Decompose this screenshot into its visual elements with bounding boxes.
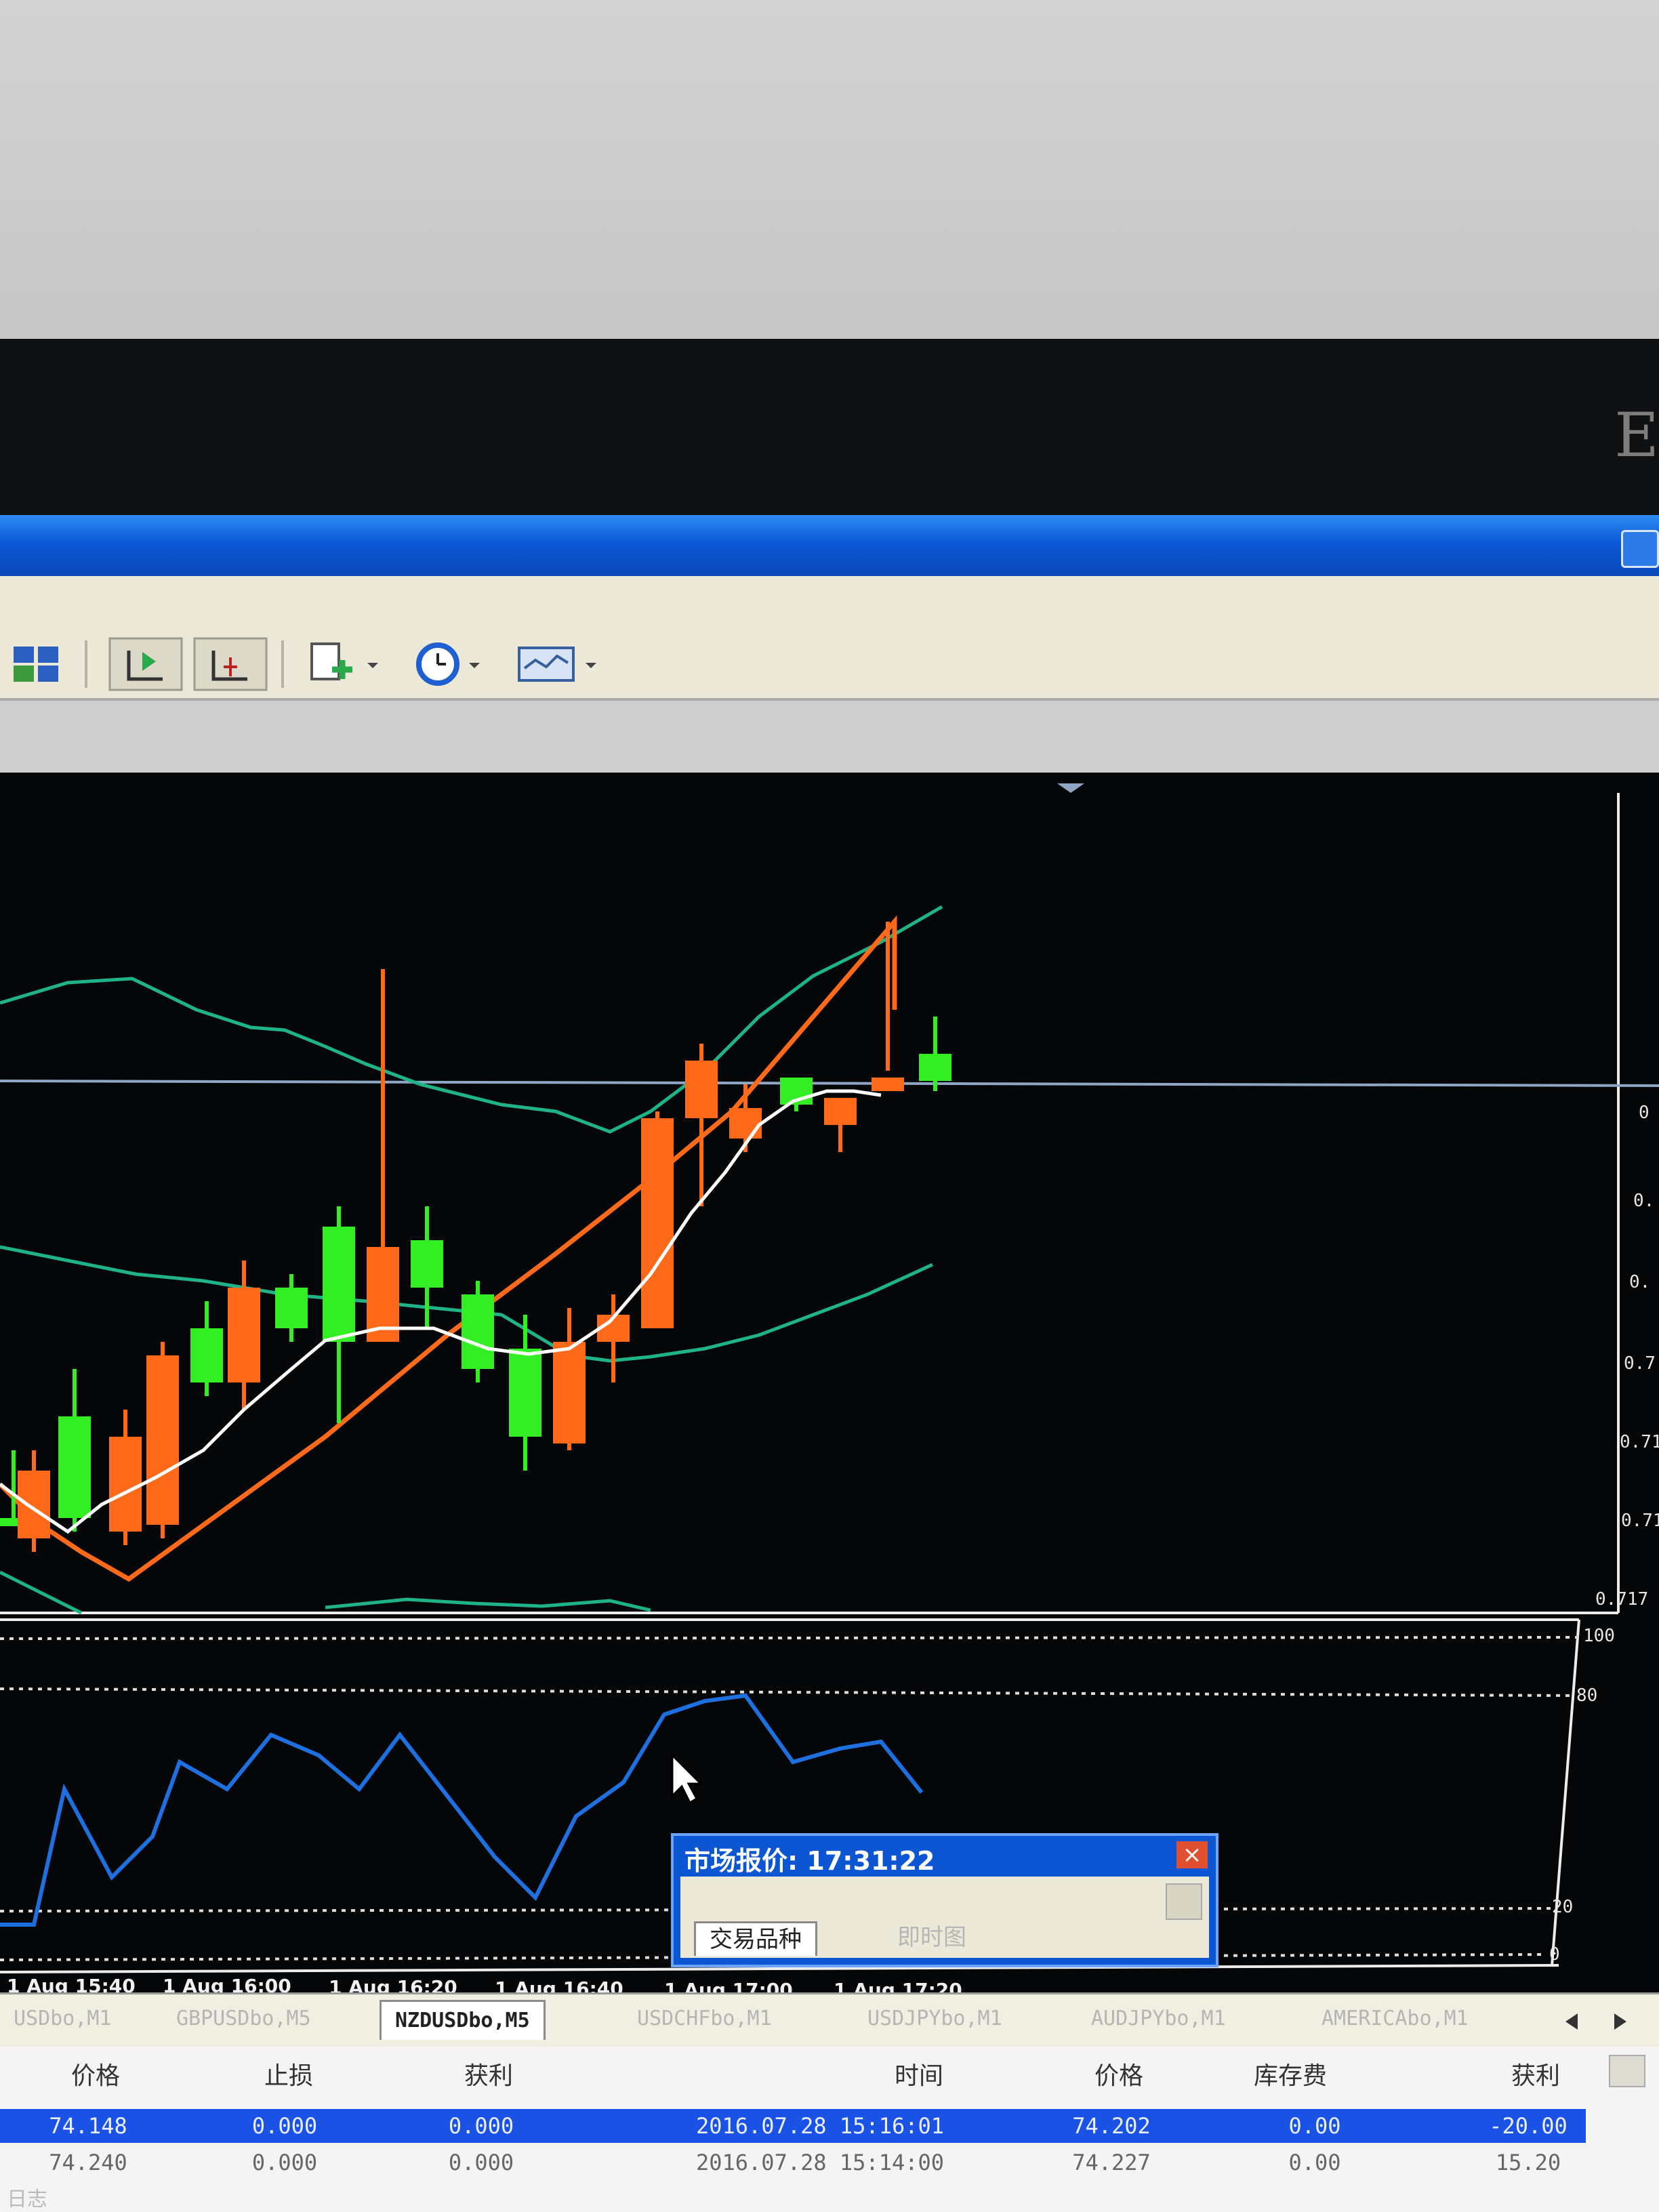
timeframe-clock-icon[interactable] — [407, 637, 488, 691]
bearish-candle — [553, 1342, 586, 1443]
bearish-candle — [109, 1437, 142, 1532]
terminal-panel: 价格 止损 获利 时间 价格 库存费 获利 74.148 0.000 0.000… — [0, 2047, 1659, 2212]
cell-profit: 15.20 — [1495, 2150, 1561, 2175]
monitor-bezel: E — [0, 339, 1659, 515]
window-title-bar — [0, 515, 1659, 576]
time-label: 1 Aug 17:00 — [664, 1979, 793, 1992]
time-label: 1 Aug 16:20 — [329, 1976, 457, 1992]
bezel-logo-letter: E — [1614, 400, 1659, 471]
price-label: 0.7 — [1624, 1353, 1656, 1374]
bearish-candle — [18, 1471, 50, 1538]
table-row-selected[interactable]: 74.148 0.000 0.000 2016.07.28 15:16:01 7… — [0, 2109, 1586, 2143]
bullish-candle — [323, 1227, 355, 1342]
scroll-up-button[interactable] — [1166, 1883, 1202, 1920]
bullish-candle — [509, 1349, 541, 1437]
add-indicator-icon[interactable] — [305, 637, 386, 691]
tab-symbols[interactable]: 交易品种 — [694, 1921, 817, 1956]
column-header-tp[interactable]: 获利 — [464, 2056, 513, 2091]
autoscroll-icon[interactable] — [193, 637, 268, 691]
column-header-price2[interactable]: 价格 — [1094, 2056, 1143, 2091]
bullish-candle — [411, 1240, 443, 1288]
cell-tp: 0.000 — [448, 2150, 514, 2175]
cell-price2: 74.227 — [1072, 2150, 1151, 2175]
tab-journal[interactable]: 日志 — [7, 2182, 47, 2212]
scroll-tabs-left-icon[interactable] — [1559, 2008, 1586, 2035]
column-header-profit[interactable]: 获利 — [1511, 2056, 1560, 2091]
osc-level-label: 80 — [1576, 1685, 1597, 1706]
market-watch-window[interactable]: 市场报价: 17:31:22 × 交易品种 即时图 — [671, 1833, 1218, 1967]
chart-tabs-bar: USDbo,M1 GBPUSDbo,M5 NZDUSDbo,M5 USDCHFb… — [0, 1992, 1659, 2049]
price-chart[interactable]: 0 0. 0. 0.7 0.71 0.712 0.717 100 80 20 0… — [0, 773, 1659, 2001]
price-label: 0.712 — [1621, 1511, 1659, 1531]
bullish-candle — [462, 1294, 494, 1369]
cell-swap: 0.00 — [1288, 2150, 1341, 2175]
bullish-candle — [58, 1416, 91, 1518]
cell-price2: 74.202 — [1072, 2113, 1151, 2139]
templates-icon[interactable] — [515, 637, 610, 691]
terminal-scroll-up-button[interactable] — [1609, 2055, 1645, 2087]
osc-level-label: 0 — [1549, 1944, 1560, 1965]
market-watch-body: 交易品种 即时图 — [680, 1877, 1209, 1958]
cell-price: 74.148 — [49, 2113, 127, 2139]
tab-gbpusdbo-m5[interactable]: GBPUSDbo,M5 — [163, 2000, 325, 2038]
toolbar-separator — [281, 640, 284, 688]
cell-time: 2016.07.28 15:14:00 — [695, 2150, 945, 2175]
column-header-price[interactable]: 价格 — [71, 2056, 120, 2091]
price-chart-window[interactable]: 0 0. 0. 0.7 0.71 0.712 0.717 100 80 20 0… — [0, 773, 1659, 2001]
tab-usdchfbo-m1[interactable]: USDCHFbo,M1 — [623, 2000, 785, 2038]
tab-nzdusdbo-m5[interactable]: NZDUSDbo,M5 — [380, 2000, 546, 2040]
chart-shift-icon[interactable] — [108, 637, 183, 691]
column-header-sl[interactable]: 止损 — [264, 2056, 313, 2091]
time-label: 1 Aug 15:40 — [7, 1975, 136, 1992]
price-label: 0 — [1639, 1103, 1650, 1123]
background-wall — [0, 0, 1659, 339]
cell-sl: 0.000 — [251, 2150, 318, 2175]
bearish-candle — [872, 1078, 904, 1091]
bullish-candle — [190, 1328, 223, 1382]
table-row[interactable]: 74.240 0.000 0.000 2016.07.28 15:14:00 7… — [0, 2146, 1586, 2179]
minimize-button[interactable] — [1621, 530, 1659, 568]
tab-americabo-m1[interactable]: AMERICAbo,M1 — [1308, 2000, 1482, 2038]
cell-tp: 0.000 — [448, 2113, 514, 2139]
tab-usdjpybo-m1[interactable]: USDJPYbo,M1 — [854, 2000, 1016, 2038]
scroll-tabs-right-icon[interactable] — [1606, 2008, 1633, 2035]
bearish-candle — [641, 1118, 674, 1328]
osc-level-label: 20 — [1552, 1897, 1573, 1917]
bearish-candle — [146, 1355, 179, 1525]
market-watch-title: 市场报价: 17:31:22 — [684, 1846, 935, 1876]
osc-level-label: 100 — [1583, 1626, 1615, 1646]
price-label: 0. — [1629, 1272, 1650, 1292]
bullish-candle — [919, 1054, 951, 1081]
tab-audjpybo-m1[interactable]: AUDJPYbo,M1 — [1078, 2000, 1240, 2038]
tab-tick-chart[interactable]: 即时图 — [884, 1921, 980, 1954]
tile-windows-icon[interactable] — [7, 637, 68, 691]
toolbar-separator — [85, 640, 87, 688]
cell-time: 2016.07.28 15:16:01 — [695, 2113, 945, 2139]
price-label: 0.71 — [1620, 1432, 1659, 1452]
bearish-candle — [228, 1288, 260, 1382]
chart-toolbar — [0, 576, 1659, 701]
column-header-swap[interactable]: 库存费 — [1254, 2056, 1327, 2091]
bearish-candle — [824, 1098, 857, 1125]
column-header-time[interactable]: 时间 — [895, 2056, 943, 2091]
time-label: 1 Aug 17:20 — [834, 1979, 962, 1992]
cell-price: 74.240 — [49, 2150, 127, 2175]
time-label: 1 Aug 16:00 — [163, 1975, 291, 1992]
bullish-candle — [275, 1288, 308, 1328]
bearish-candle — [729, 1108, 762, 1139]
price-label: 0. — [1633, 1191, 1654, 1211]
tab-usdbo-m1[interactable]: USDbo,M1 — [0, 2000, 125, 2038]
cell-sl: 0.000 — [251, 2113, 318, 2139]
cell-swap: 0.00 — [1288, 2113, 1341, 2139]
price-label: 0.717 — [1595, 1589, 1648, 1610]
close-button[interactable]: × — [1176, 1841, 1208, 1868]
bearish-candle — [685, 1061, 718, 1118]
time-label: 1 Aug 16:40 — [495, 1978, 623, 1992]
cell-profit: -20.00 — [1489, 2113, 1568, 2139]
